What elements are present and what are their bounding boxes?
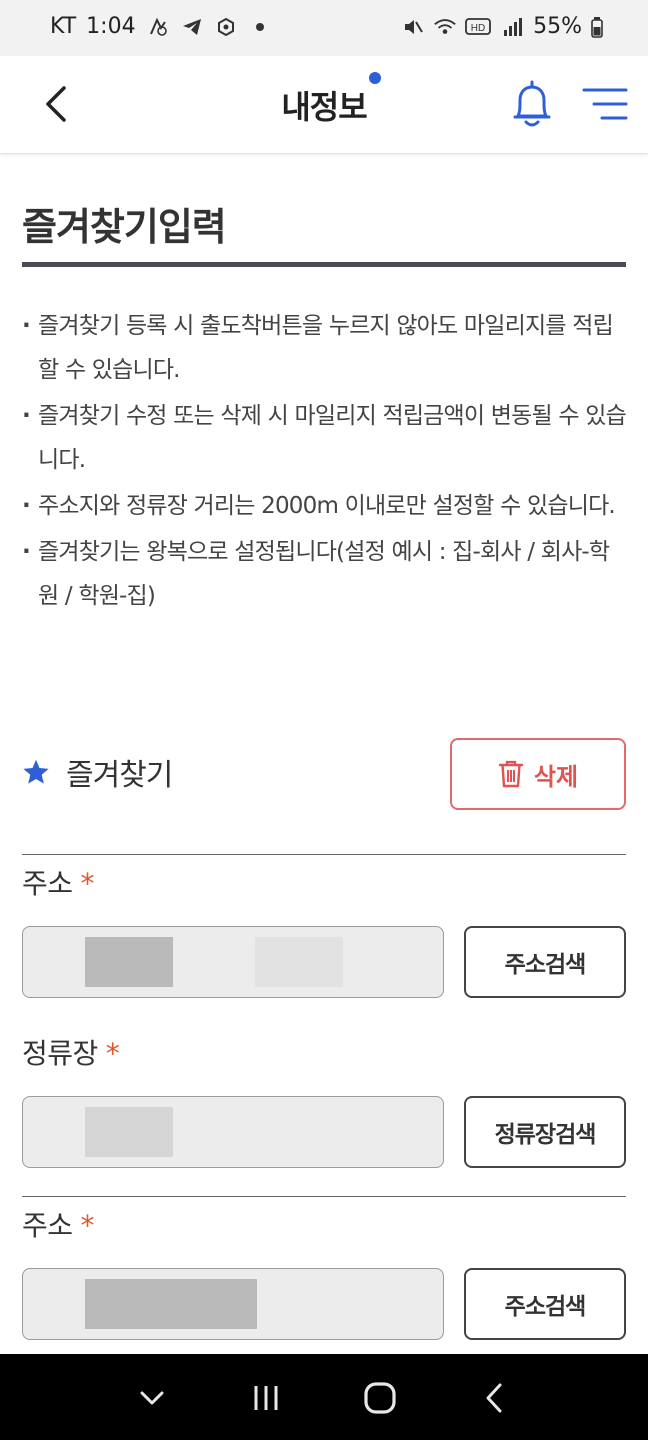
notice-list: 즐겨찾기 등록 시 출도착버튼을 누르지 않아도 마일리지를 적립할 수 있습니… (22, 304, 627, 620)
nav-recents-icon (254, 1386, 278, 1410)
hd-voice-icon: HD (465, 15, 493, 39)
app-header: 내정보 (0, 56, 648, 154)
notification-dot-icon (255, 22, 264, 31)
address-search-button[interactable]: 주소검색 (464, 926, 626, 998)
battery-icon (590, 15, 604, 39)
delete-button[interactable]: 삭제 (450, 738, 626, 810)
notice-item: 즐겨찾기 등록 시 출도착버튼을 누르지 않아도 마일리지를 적립할 수 있습니… (22, 304, 626, 392)
required-mark: * (80, 1209, 95, 1242)
battery-percent: 55% (533, 14, 582, 39)
nav-home-icon (364, 1382, 396, 1414)
redacted-value (85, 937, 173, 987)
address-search-button[interactable]: 주소검색 (464, 1268, 626, 1340)
bell-icon (513, 80, 551, 127)
system-nav-bar (0, 1354, 648, 1440)
delete-label: 삭제 (533, 762, 579, 791)
notice-item: 즐겨찾기 수정 또는 삭제 시 마일리지 적립금액이 변동될 수 있습니다. (22, 394, 627, 482)
required-mark: * (105, 1037, 120, 1070)
hexagon-app-icon (214, 15, 238, 39)
notification-button[interactable] (510, 78, 554, 130)
nav-hide-keyboard-button[interactable] (128, 1374, 176, 1422)
carrier: KT (50, 14, 77, 39)
signal-icon (501, 15, 525, 39)
status-bar: KT 1:04 HD 55% (0, 0, 648, 56)
wifi-icon (433, 15, 457, 39)
menu-icon (582, 88, 628, 120)
address-input[interactable] (22, 926, 444, 998)
bus-stop-input[interactable] (22, 1096, 444, 1168)
field-label-text: 주소 (22, 1209, 73, 1242)
trash-icon (498, 760, 524, 788)
field-label-text: 정류장 (22, 1037, 98, 1070)
favorite-header: 즐겨찾기 (22, 750, 173, 794)
nav-home-button[interactable] (356, 1374, 404, 1422)
favorite-title: 즐겨찾기 (66, 758, 173, 793)
nav-back-icon (486, 1383, 502, 1413)
title-divider (22, 262, 626, 267)
new-badge-dot (369, 72, 381, 84)
telegram-icon (180, 15, 204, 39)
status-left: KT 1:04 (50, 14, 264, 39)
nav-recents-button[interactable] (242, 1374, 290, 1422)
menu-button[interactable] (582, 86, 628, 122)
nav-back-button[interactable] (470, 1374, 518, 1422)
bus-stop-label: 정류장 * (22, 1032, 120, 1072)
field-divider (22, 854, 626, 855)
redacted-value (85, 1107, 173, 1157)
redacted-value (255, 937, 343, 987)
redacted-value (85, 1279, 257, 1329)
address-label: 주소 * (22, 1204, 95, 1244)
notice-item: 주소지와 정류장 거리는 2000m 이내로만 설정할 수 있습니다. (22, 484, 626, 528)
data-saver-icon (146, 15, 170, 39)
address-label: 주소 * (22, 862, 95, 902)
bus-stop-search-button[interactable]: 정류장검색 (464, 1096, 626, 1168)
mute-icon (401, 15, 425, 39)
field-label-text: 주소 (22, 867, 73, 900)
required-mark: * (80, 867, 95, 900)
hd-label: HD (471, 23, 485, 34)
nav-down-icon (140, 1391, 164, 1405)
star-icon (23, 759, 49, 784)
address-input[interactable] (22, 1268, 444, 1340)
notice-item: 즐겨찾기는 왕복으로 설정됩니다(설정 예시 : 집-회사 / 회사-학원 / … (22, 530, 626, 618)
status-right: HD 55% (401, 14, 604, 39)
field-divider (22, 1196, 626, 1197)
page-title: 즐겨찾기입력 (22, 205, 227, 249)
clock: 1:04 (86, 14, 136, 39)
